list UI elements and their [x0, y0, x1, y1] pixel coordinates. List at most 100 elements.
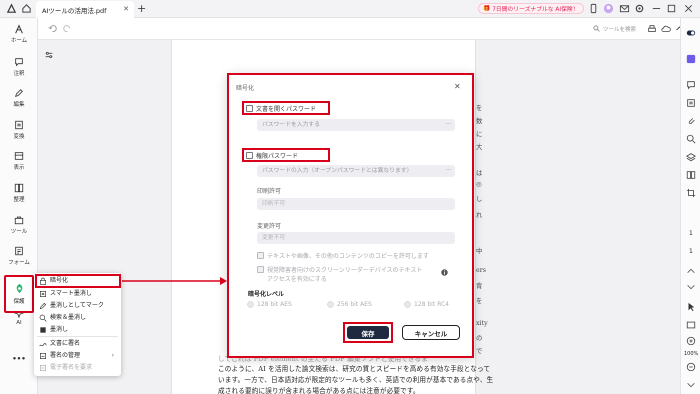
document-char: れ	[476, 212, 483, 219]
copy-permission-checkbox[interactable]	[257, 252, 264, 259]
sidebar-item-edit[interactable]: 編集	[0, 88, 38, 108]
chat-icon[interactable]	[686, 80, 696, 90]
scroll-down-icon[interactable]	[686, 380, 696, 390]
sidebar-item-protect[interactable]: 保護	[4, 275, 34, 313]
layers-icon[interactable]	[686, 152, 696, 162]
sidebar-item-view[interactable]: 表示	[0, 151, 38, 171]
open-password-checkbox[interactable]	[246, 105, 253, 112]
menu-label: 墨消し	[50, 326, 69, 333]
attachment-icon[interactable]	[686, 116, 696, 126]
menu-item-sign[interactable]: 文書に署名	[37, 339, 118, 349]
sidebar-item-home[interactable]: ホーム	[0, 24, 38, 44]
change-permission-select[interactable]: 変更不可	[257, 232, 455, 244]
toggle-icon[interactable]	[686, 28, 696, 38]
sidebar-item-tools[interactable]: ツール	[0, 215, 38, 235]
close-icon[interactable]: ✕	[454, 82, 461, 91]
search-text-icon[interactable]	[686, 134, 696, 144]
zoom-in-icon[interactable]	[686, 336, 696, 346]
menu-item-encrypt[interactable]: 暗号化	[37, 276, 118, 286]
properties-icon[interactable]	[686, 98, 696, 108]
document-char: 数	[476, 118, 483, 125]
search-redact-icon	[39, 314, 47, 322]
edit-icon	[15, 89, 23, 97]
close-tab-icon[interactable]: ✕	[123, 5, 129, 13]
sidebar-label: 注釈	[13, 71, 25, 77]
tool-search-input[interactable]: ツールを検索	[593, 22, 641, 35]
eye-icon[interactable]: ···	[445, 119, 451, 131]
document-char: を	[476, 298, 483, 305]
sidebar-label: ホーム	[10, 38, 28, 44]
page-up-icon[interactable]	[686, 266, 696, 276]
sidebar-item-organize[interactable]: 整理	[0, 183, 38, 203]
minimize-icon[interactable]	[651, 3, 662, 14]
level-option-256aes[interactable]: 256 bit AES	[327, 301, 372, 308]
sidebar-more-button[interactable]: •••	[0, 355, 38, 363]
view-icon	[14, 152, 24, 160]
crop-icon[interactable]	[686, 188, 696, 198]
eye-icon[interactable]: ···	[445, 165, 451, 177]
redo-icon[interactable]	[63, 24, 72, 33]
sidebar-item-convert[interactable]: 変換	[0, 120, 38, 140]
sidebar-item-form[interactable]: フォーム	[0, 246, 38, 266]
menu-item-redact[interactable]: 墨消し	[37, 325, 118, 335]
document-char: の	[476, 335, 483, 342]
annotation-arrow	[122, 277, 227, 285]
encryption-dialog: 暗号化 ✕ 文書を開くパスワード パスワードを入力する ··· 権限パスワード …	[227, 73, 474, 358]
page-down-icon[interactable]	[686, 282, 696, 292]
ai-assistant-icon[interactable]	[686, 54, 696, 64]
screenreader-checkbox[interactable]	[257, 266, 264, 273]
level-option-128rc4[interactable]: 128 bit RC4	[404, 301, 449, 308]
document-tab[interactable]: AIツールの活用法.pdf ✕	[36, 1, 134, 18]
document-line: このように、AI を活用した論文検索は、研究の質とスピードを高める有効な手段とな…	[218, 365, 491, 373]
document-char: 大	[476, 144, 483, 151]
title-bar: AIツールの活用法.pdf ✕ + 🎁 7日間のリーズナブルな AI保険！	[0, 0, 700, 18]
level-option-128aes[interactable]: 128 bit AES	[247, 301, 292, 308]
sidebar-label: フォーム	[8, 260, 30, 266]
cancel-button[interactable]: キャンセル	[402, 325, 460, 340]
print-permission-select[interactable]: 印刷不可	[257, 198, 455, 210]
lock-icon	[40, 277, 46, 285]
screenreader-label-cont: アクセスを有効にする	[267, 276, 327, 283]
convert-icon	[15, 120, 23, 130]
smart-redact-icon	[40, 291, 46, 297]
menu-item-mark-redact[interactable]: 墨消しとしてマーク	[37, 301, 118, 311]
new-tab-icon[interactable]: +	[137, 2, 146, 15]
info-icon[interactable]	[441, 269, 448, 276]
menu-item-manage-signature[interactable]: 署名の管理 ›	[37, 351, 118, 361]
app-logo-icon[interactable]	[6, 3, 17, 14]
fit-page-icon[interactable]	[686, 320, 696, 330]
more-icon: •••	[12, 355, 26, 363]
sidebar-label: 表示	[13, 165, 25, 171]
filter-settings-icon[interactable]	[44, 50, 54, 60]
promo-banner[interactable]: 🎁 7日間のリーズナブルな AI保険！	[478, 3, 584, 14]
request-esign-icon	[40, 365, 46, 371]
menu-label: 署名の管理	[50, 352, 81, 359]
manage-signature-icon	[40, 353, 46, 359]
upload-cloud-icon[interactable]	[661, 24, 671, 34]
menu-item-search-redact[interactable]: 検索＆墨消し	[37, 313, 118, 323]
open-password-field[interactable]: パスワードを入力する ···	[257, 119, 455, 131]
menu-item-request-esign[interactable]: 電子署名を要求	[37, 363, 118, 373]
menu-item-smart-redact[interactable]: スマート墨消し	[37, 289, 118, 299]
avatar[interactable]	[603, 3, 614, 14]
permission-password-field[interactable]: パスワードの入力（オープンパスワードとは異なります） ···	[257, 165, 455, 177]
phone-icon[interactable]	[588, 3, 599, 14]
page-current[interactable]: 1	[689, 230, 693, 237]
maximize-icon[interactable]	[666, 3, 677, 14]
print-icon[interactable]	[647, 24, 657, 34]
undo-icon[interactable]	[48, 24, 57, 33]
close-window-icon[interactable]	[683, 3, 694, 14]
search-placeholder: ツールを検索	[603, 26, 637, 33]
settings-icon[interactable]	[634, 3, 645, 14]
zoom-out-icon[interactable]	[686, 362, 696, 372]
mail-icon[interactable]	[619, 3, 630, 14]
sidebar-item-comment[interactable]: 注釈	[0, 57, 38, 77]
save-button[interactable]: 保存	[347, 326, 389, 339]
zoom-level[interactable]: 100%	[684, 351, 698, 357]
compare-icon[interactable]	[686, 170, 696, 180]
home-tab-icon[interactable]	[21, 3, 32, 14]
cursor-select-icon[interactable]	[686, 302, 696, 312]
permission-password-checkbox[interactable]	[246, 152, 253, 159]
open-password-label: 文書を開くパスワード	[256, 106, 317, 113]
document-char: で	[476, 348, 483, 355]
